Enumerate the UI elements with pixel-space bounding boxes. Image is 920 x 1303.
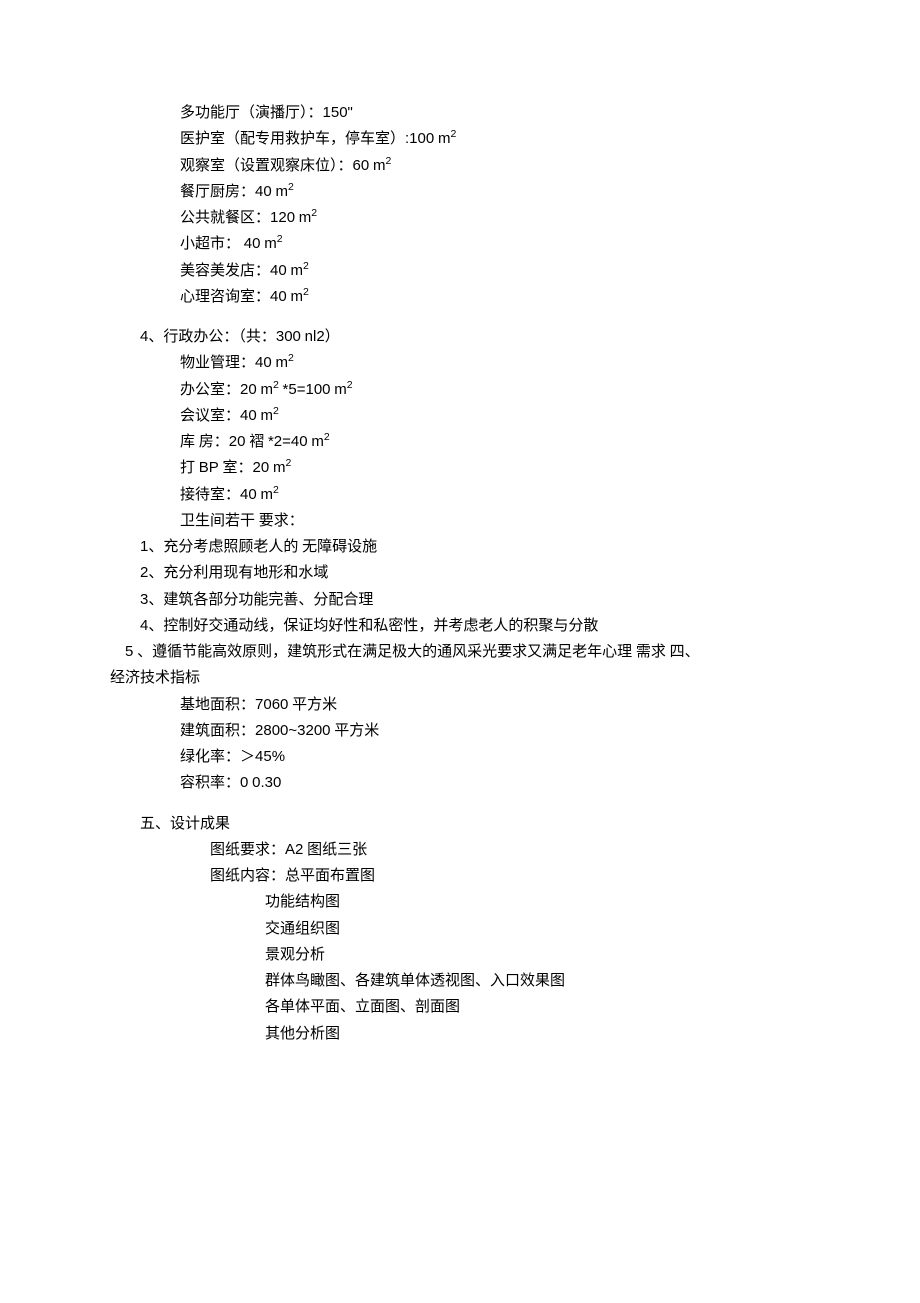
room-item: 医护室（配专用救护车，停车室）:100 m2: [110, 126, 810, 152]
requirement-item: 2、充分利用现有地形和水域: [110, 560, 810, 586]
requirement-item: 3、建筑各部分功能完善、分配合理: [110, 587, 810, 613]
section-5-header: 五、设计成果: [110, 811, 810, 837]
admin-item: 库 房：20 褶 *2=40 m2: [110, 429, 810, 455]
section-4-title: 经济技术指标: [110, 665, 810, 691]
drawings-content-label: 图纸内容：总平面布置图: [110, 863, 810, 889]
admin-item: 卫生间若干 要求：: [110, 508, 810, 534]
requirement-item: 4、控制好交通动线，保证均好性和私密性，并考虑老人的积聚与分散: [110, 613, 810, 639]
admin-item: 物业管理：40 m2: [110, 350, 810, 376]
requirement-item: 1、充分考虑照顾老人的 无障碍设施: [110, 534, 810, 560]
room-item: 餐厅厨房：40 m2: [110, 179, 810, 205]
room-item: 美容美发店：40 m2: [110, 258, 810, 284]
admin-item: 会议室：40 m2: [110, 403, 810, 429]
room-item: 多功能厅（演播厅）：150": [110, 100, 810, 126]
drawing-item: 交通组织图: [110, 916, 810, 942]
drawing-item: 其他分析图: [110, 1021, 810, 1047]
room-item: 心理咨询室：40 m2: [110, 284, 810, 310]
room-item: 公共就餐区：120 m2: [110, 205, 810, 231]
section-4-header: 4、行政办公：（共：300 nl2）: [110, 324, 810, 350]
drawing-item: 群体鸟瞰图、各建筑单体透视图、入口效果图: [110, 968, 810, 994]
metric-item: 绿化率：＞45%: [110, 744, 810, 770]
admin-item: 打 BP 室：20 m2: [110, 455, 810, 481]
drawing-item: 各单体平面、立面图、剖面图: [110, 994, 810, 1020]
requirement-item-5: 5 、遵循节能高效原则，建筑形式在满足极大的通风采光要求又满足老年心理 需求 四…: [110, 639, 810, 665]
metric-item: 基地面积：7060 平方米: [110, 692, 810, 718]
metric-item: 建筑面积：2800~3200 平方米: [110, 718, 810, 744]
drawing-item: 功能结构图: [110, 889, 810, 915]
metric-item: 容积率：0 0.30: [110, 770, 810, 796]
room-item: 观察室（设置观察床位）：60 m2: [110, 153, 810, 179]
drawings-requirement: 图纸要求：A2 图纸三张: [110, 837, 810, 863]
room-item: 小超市： 40 m2: [110, 231, 810, 257]
drawing-item: 景观分析: [110, 942, 810, 968]
admin-item: 接待室：40 m2: [110, 482, 810, 508]
admin-item: 办公室：20 m2 *5=100 m2: [110, 377, 810, 403]
